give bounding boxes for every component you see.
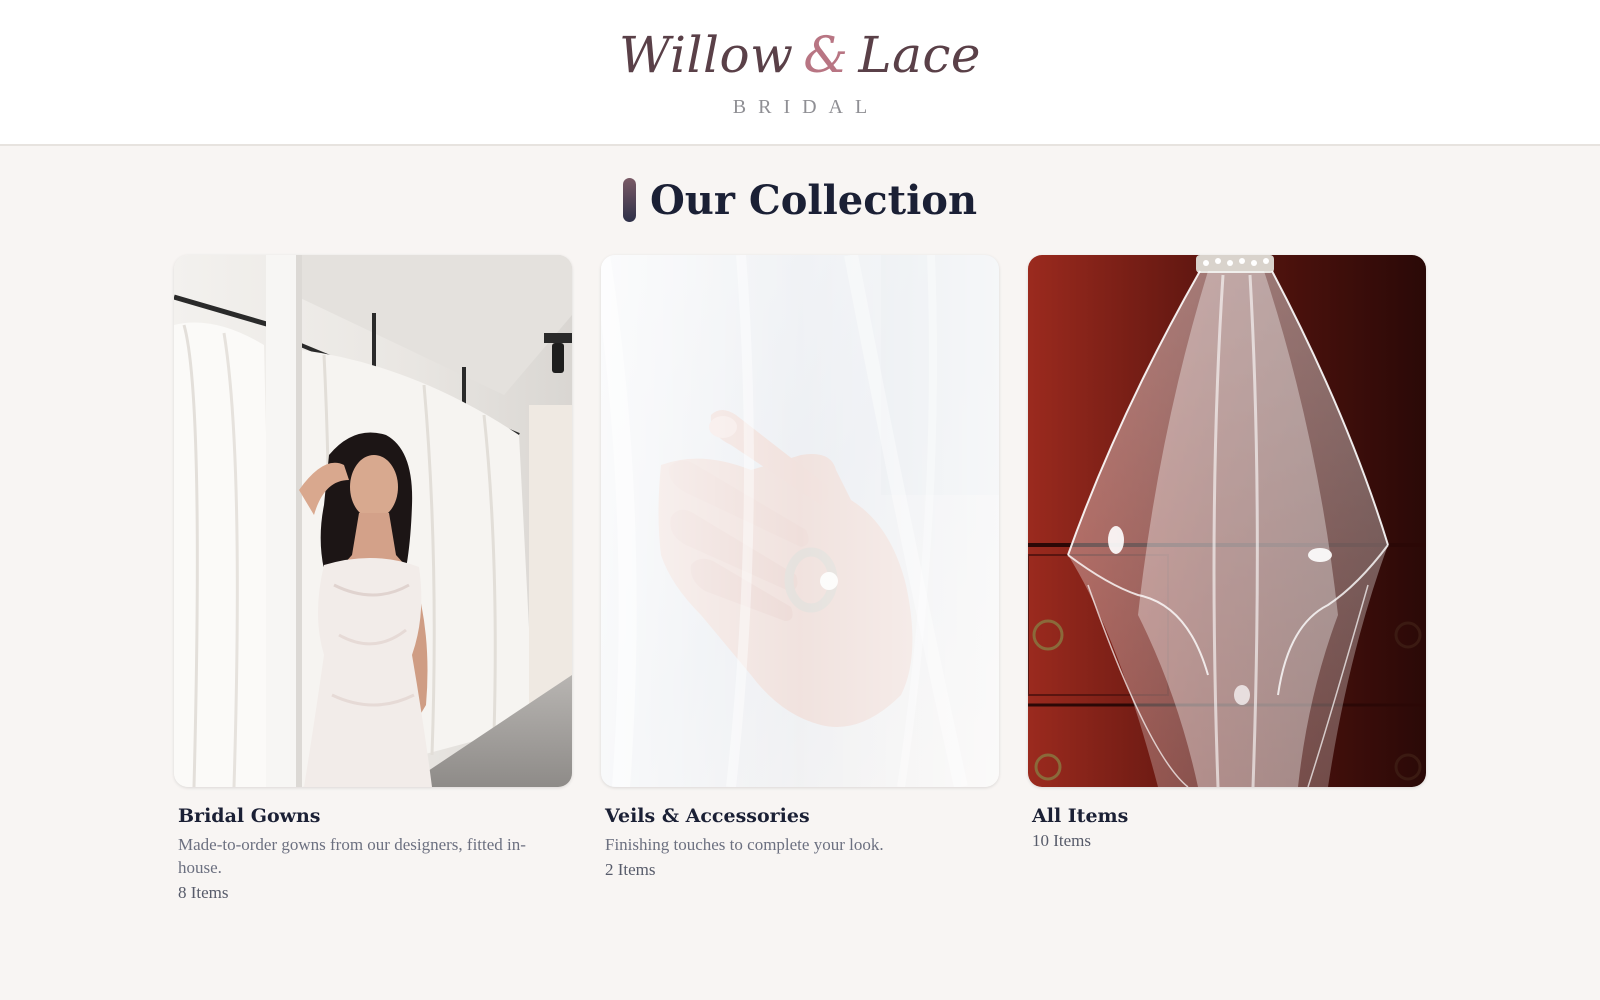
collection-name[interactable]: Bridal Gowns [178,805,572,827]
collection-card-bridal-gowns[interactable]: Bridal Gowns Made-to-order gowns from ou… [174,255,572,903]
collection-description: Finishing touches to complete your look. [605,835,884,854]
collection-heading: Our Collection [0,170,1600,230]
collection-card-veils-accessories[interactable]: Veils & Accessories Finishing touches to… [601,255,999,880]
brand-ampersand: & [803,26,849,84]
collection-name[interactable]: All Items [1032,805,1426,827]
site-header: Willow & Lace BRIDAL [0,0,1600,146]
all-items-image[interactable] [1028,255,1426,787]
heading-accent-bar [622,178,636,222]
collection-item-count: 8 Items [178,883,229,902]
brand-logo[interactable]: Willow & Lace [0,20,1600,90]
section-title: Our Collection [649,176,978,224]
brand-name-first: Willow [618,26,794,84]
bridal-gowns-image[interactable] [174,255,572,787]
collection-item-count: 10 Items [1032,831,1092,850]
collection-name[interactable]: Veils & Accessories [605,805,999,827]
brand-tagline: BRIDAL [732,96,880,118]
veils-accessories-image[interactable] [601,255,999,787]
brand-name-second: Lace [858,26,981,84]
collection-item-count: 2 Items [605,860,656,879]
collection-description: Made-to-order gowns from our designers, … [178,835,526,877]
collection-card-all-items[interactable]: All Items 10 Items [1028,255,1426,851]
